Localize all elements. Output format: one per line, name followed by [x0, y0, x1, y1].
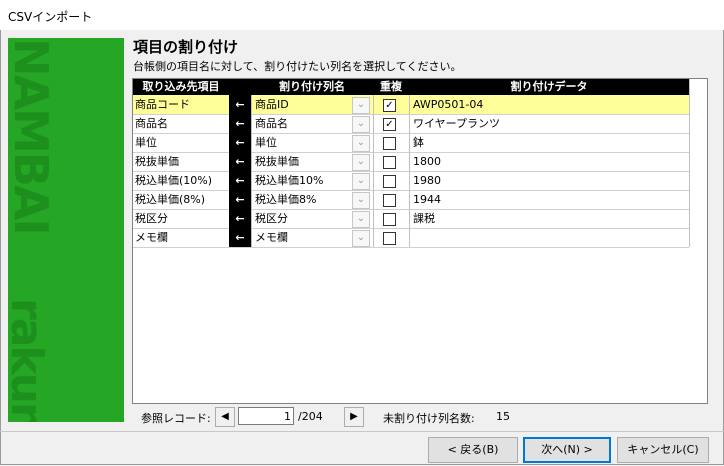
mapped-column-select[interactable]: 単位	[253, 133, 355, 152]
duplicate-checkbox[interactable]: ✓	[383, 118, 396, 131]
source-field-name: 税込単価(8%)	[135, 193, 206, 206]
mapped-data-value	[411, 228, 683, 247]
page-instruction: 台帳側の項目名に対して、割り付けたい列名を選択してください。	[133, 60, 462, 73]
record-number-input[interactable]: 1	[238, 407, 294, 425]
source-field-name: 税区分	[135, 212, 168, 225]
mapped-column-select[interactable]: 税区分	[253, 209, 355, 228]
column-divider	[251, 95, 252, 247]
arrow-left-icon: ←	[229, 228, 251, 247]
brand-logo-bottom: rakuna	[8, 298, 52, 422]
duplicate-checkbox[interactable]: ✓	[383, 99, 396, 112]
record-total: /204	[298, 410, 323, 423]
chevron-down-icon[interactable]: ⌄	[352, 173, 370, 190]
source-field-name: メモ欄	[135, 231, 168, 244]
page-title: 項目の割り付け	[133, 38, 239, 56]
title-bar: CSVインポート	[0, 0, 724, 31]
chevron-down-icon[interactable]: ⌄	[352, 192, 370, 209]
mapped-column-select[interactable]: 税込単価10%	[253, 171, 355, 190]
chevron-down-icon[interactable]: ⌄	[352, 135, 370, 152]
duplicate-checkbox[interactable]	[383, 232, 396, 245]
table-row[interactable]: 商品名 ← 商品名 ⌄ ✓ ワイヤープランツ	[133, 114, 689, 134]
arrow-left-icon: ←	[229, 133, 251, 152]
table-row[interactable]: 税込単価(8%) ← 税込単価8% ⌄ 1944	[133, 190, 689, 210]
next-record-button[interactable]: ▶	[344, 407, 364, 427]
footer-divider	[0, 431, 724, 432]
chevron-down-icon[interactable]: ⌄	[352, 211, 370, 228]
table-row[interactable]: 商品コード ← 商品ID ⌄ ✓ AWP0501-04	[133, 95, 689, 115]
mapped-data-value: 鉢	[413, 136, 424, 149]
mapped-data-value: 1944	[413, 193, 441, 206]
back-button[interactable]: < 戻る(B)	[428, 437, 518, 463]
unassigned-count-value: 15	[496, 410, 510, 423]
arrow-left-icon: ←	[229, 171, 251, 190]
chevron-down-icon[interactable]: ⌄	[352, 116, 370, 133]
sidebar-banner: NAMBAI rakuna	[8, 38, 124, 422]
mapped-column-select[interactable]: 税抜単価	[253, 152, 355, 171]
arrow-left-icon: ←	[229, 152, 251, 171]
source-field-name: 単位	[135, 136, 157, 149]
reference-record-label: 参照レコード:	[141, 412, 211, 425]
mapped-data-value: 課税	[413, 212, 435, 225]
mapping-table: 取り込み先項目 割り付け列名 重複 割り付けデータ 商品コード ← 商品ID ⌄ ✓ AW…	[132, 78, 708, 404]
brand-logo-top: NAMBAI	[8, 38, 58, 234]
source-field-name: 税込単価(10%)	[135, 174, 213, 187]
table-row[interactable]: メモ欄 ← メモ欄 ⌄	[133, 228, 689, 248]
mapped-column-select[interactable]: 商品名	[253, 114, 355, 133]
duplicate-checkbox[interactable]	[383, 137, 396, 150]
arrow-left-icon: ←	[229, 95, 251, 114]
next-button[interactable]: 次へ(N) >	[523, 437, 611, 463]
duplicate-checkbox[interactable]	[383, 175, 396, 188]
arrow-left-icon: ←	[229, 209, 251, 228]
header-duplicate: 重複	[373, 79, 409, 95]
arrow-left-icon: ←	[229, 114, 251, 133]
mapped-data-value: 1980	[413, 174, 441, 187]
arrow-left-icon: ←	[229, 190, 251, 209]
table-row[interactable]: 単位 ← 単位 ⌄ 鉢	[133, 133, 689, 153]
mapped-data-value: ワイヤープランツ	[413, 117, 501, 130]
chevron-down-icon[interactable]: ⌄	[352, 97, 370, 114]
cancel-button[interactable]: キャンセル(C)	[617, 437, 709, 463]
source-field-name: 商品名	[135, 117, 168, 130]
mapped-data-value: AWP0501-04	[413, 98, 484, 111]
source-field-name: 商品コード	[135, 98, 190, 111]
header-mapped-column: 割り付け列名	[251, 79, 373, 95]
chevron-down-icon[interactable]: ⌄	[352, 230, 370, 247]
mapped-column-select[interactable]: 税込単価8%	[253, 190, 355, 209]
table-row[interactable]: 税抜単価 ← 税抜単価 ⌄ 1800	[133, 152, 689, 172]
unassigned-count-label: 未割り付け列名数:	[383, 412, 475, 425]
window-title: CSVインポート	[8, 10, 93, 24]
header-mapped-data: 割り付けデータ	[409, 79, 689, 95]
column-divider	[409, 95, 410, 247]
duplicate-checkbox[interactable]	[383, 194, 396, 207]
source-field-name: 税抜単価	[135, 155, 179, 168]
mapped-data-value: 1800	[413, 155, 441, 168]
prev-record-button[interactable]: ◀	[215, 407, 235, 427]
column-divider	[373, 95, 374, 247]
duplicate-checkbox[interactable]	[383, 213, 396, 226]
duplicate-checkbox[interactable]	[383, 156, 396, 169]
mapped-column-select[interactable]: メモ欄	[253, 228, 355, 247]
column-divider	[689, 79, 690, 247]
table-row[interactable]: 税区分 ← 税区分 ⌄ 課税	[133, 209, 689, 229]
mapped-column-select[interactable]: 商品ID	[253, 95, 355, 114]
header-arrow-spacer	[229, 79, 251, 95]
header-source-field: 取り込み先項目	[133, 79, 229, 95]
chevron-down-icon[interactable]: ⌄	[352, 154, 370, 171]
table-row[interactable]: 税込単価(10%) ← 税込単価10% ⌄ 1980	[133, 171, 689, 191]
